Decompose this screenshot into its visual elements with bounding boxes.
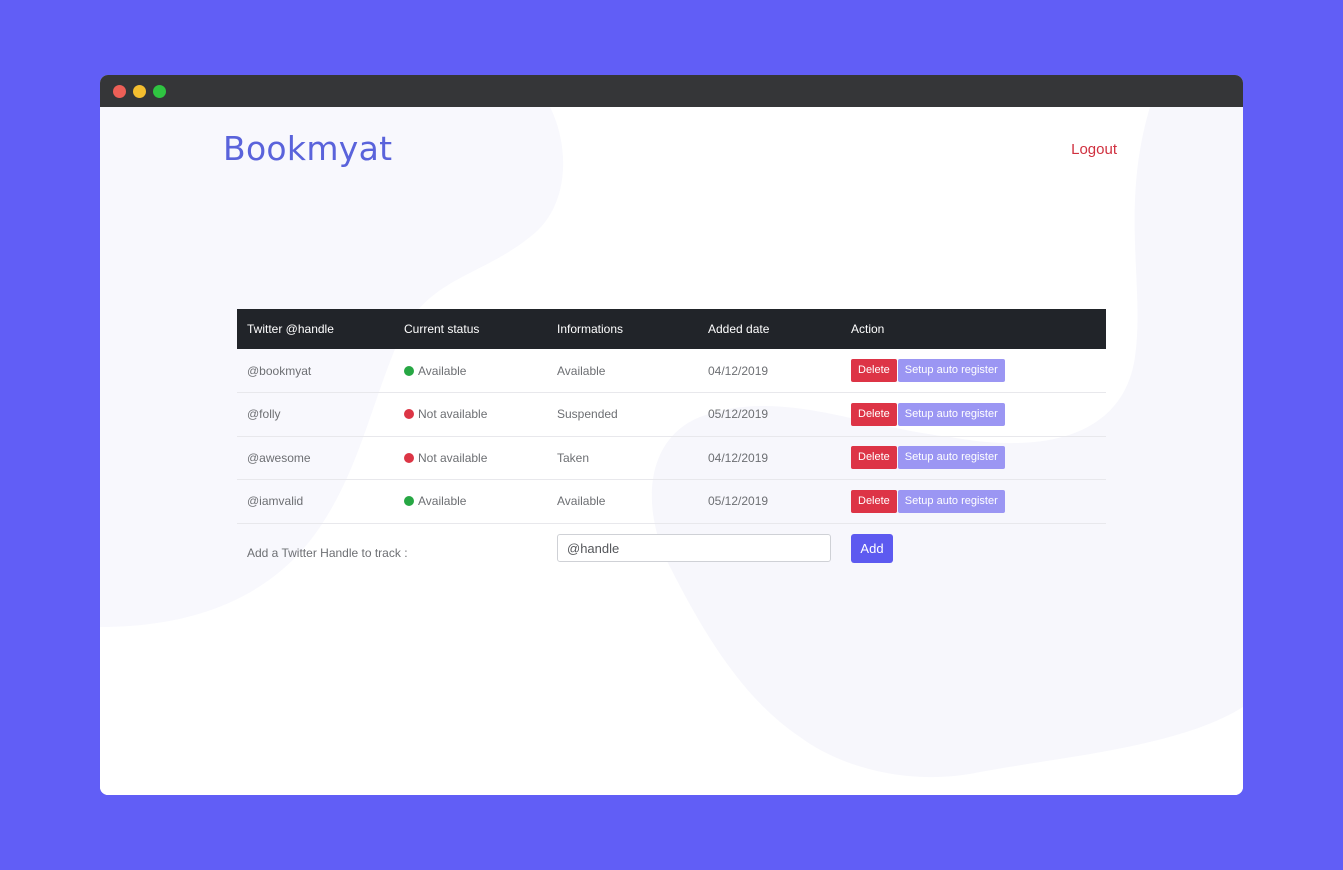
- action-cell: Delete Setup auto register: [841, 349, 1106, 393]
- table-header-row: Twitter @handle Current status Informati…: [237, 309, 1106, 349]
- info-cell: Taken: [557, 450, 590, 465]
- setup-auto-register-button[interactable]: Setup auto register: [897, 402, 1005, 426]
- date-cell: 05/12/2019: [708, 494, 769, 509]
- delete-button[interactable]: Delete: [851, 446, 897, 470]
- setup-auto-register-button[interactable]: Setup auto register: [897, 359, 1005, 382]
- table-row: @bookmyat Available Available 04/12/2019…: [237, 349, 1106, 393]
- logout-link[interactable]: Logout: [1071, 141, 1117, 158]
- table-row: @awesome Not available Taken 04/12/2019 …: [237, 436, 1106, 480]
- maximize-window-button[interactable]: [153, 85, 166, 98]
- minimize-window-button[interactable]: [133, 85, 146, 98]
- column-header-action: Action: [851, 322, 885, 336]
- status-indicator-icon: [404, 452, 414, 463]
- add-handle-row: Add a Twitter Handle to track : Add: [237, 523, 1106, 573]
- app-logo[interactable]: Bookmyat: [223, 129, 392, 168]
- info-cell: Available: [557, 363, 606, 378]
- table-row: @iamvalid Available Available 05/12/2019…: [237, 480, 1106, 524]
- column-header-added-date: Added date: [708, 322, 770, 336]
- info-cell: Available: [557, 494, 606, 509]
- window-titlebar: [100, 75, 1243, 107]
- status-cell: Not available: [394, 393, 547, 437]
- add-button-cell: Add: [841, 523, 1106, 573]
- status-indicator-icon: [404, 365, 414, 376]
- setup-auto-register-button[interactable]: Setup auto register: [897, 446, 1005, 470]
- status-cell: Available: [394, 480, 547, 524]
- handle-cell: @bookmyat: [247, 363, 312, 378]
- delete-button[interactable]: Delete: [851, 402, 897, 426]
- page-content: Bookmyat Logout Twitter @handle Current …: [100, 107, 1243, 795]
- status-indicator-icon: [404, 496, 414, 507]
- handle-cell: @iamvalid: [247, 494, 304, 509]
- column-header-status: Current status: [404, 322, 480, 336]
- delete-button[interactable]: Delete: [851, 359, 897, 382]
- status-indicator-icon: [404, 409, 414, 420]
- action-cell: Delete Setup auto register: [841, 436, 1106, 480]
- date-cell: 05/12/2019: [708, 407, 769, 422]
- date-cell: 04/12/2019: [708, 363, 769, 378]
- browser-window: Bookmyat Logout Twitter @handle Current …: [100, 75, 1243, 795]
- close-window-button[interactable]: [113, 85, 126, 98]
- status-text: Available: [418, 494, 467, 509]
- column-header-handle: Twitter @handle: [247, 322, 334, 336]
- status-cell: Not available: [394, 436, 547, 480]
- handle-cell: @awesome: [247, 450, 311, 465]
- column-header-informations: Informations: [557, 322, 624, 336]
- status-text: Not available: [418, 450, 488, 465]
- add-handle-label: Add a Twitter Handle to track :: [247, 546, 408, 561]
- status-text: Available: [418, 363, 467, 378]
- action-cell: Delete Setup auto register: [841, 393, 1106, 437]
- status-text: Not available: [418, 407, 488, 422]
- handle-cell: @folly: [247, 407, 281, 422]
- handle-input[interactable]: [557, 534, 831, 563]
- setup-auto-register-button[interactable]: Setup auto register: [897, 489, 1005, 513]
- action-cell: Delete Setup auto register: [841, 480, 1106, 524]
- info-cell: Suspended: [557, 407, 618, 422]
- add-button[interactable]: Add: [851, 533, 893, 563]
- status-cell: Available: [394, 349, 547, 393]
- date-cell: 04/12/2019: [708, 450, 769, 465]
- table-row: @folly Not available Suspended 05/12/201…: [237, 393, 1106, 437]
- delete-button[interactable]: Delete: [851, 489, 897, 513]
- handles-table: Twitter @handle Current status Informati…: [237, 309, 1106, 573]
- add-handle-input-cell: [547, 523, 841, 573]
